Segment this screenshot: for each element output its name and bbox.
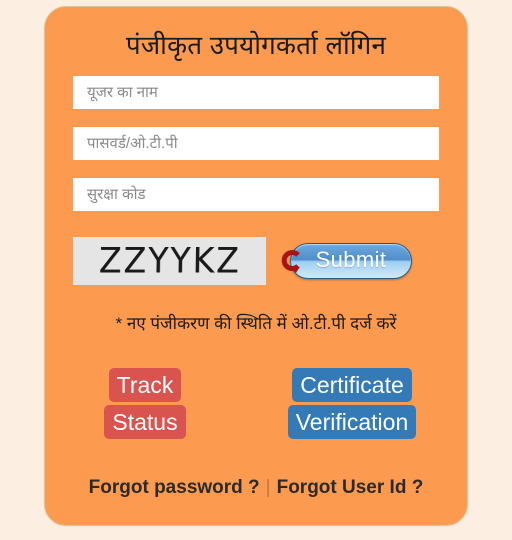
footer-links: Forgot password ? | Forgot User Id ?	[45, 441, 467, 499]
refresh-arrow-icon[interactable]	[280, 248, 302, 274]
submit-group: Submit	[280, 242, 412, 279]
username-input[interactable]	[73, 75, 439, 109]
password-otp-input[interactable]	[73, 126, 439, 160]
security-code-input[interactable]	[73, 177, 439, 211]
captcha-image: ZZYYKZ	[73, 236, 266, 285]
forgot-user-id-link[interactable]: Forgot User Id ?	[277, 477, 424, 498]
captcha-row: ZZYYKZ Submit	[45, 235, 467, 287]
certificate-verification-button[interactable]: Certificate Verification	[287, 367, 417, 439]
action-buttons-row: Track Status Certificate Verification	[45, 335, 467, 442]
captcha-text: ZZYYKZ	[98, 239, 241, 282]
security-code-field-wrapper	[45, 177, 467, 211]
page-title: पंजीकृत उपयोगकर्ता लॉगिन	[125, 30, 387, 60]
certificate-verification-cell: Certificate Verification	[277, 367, 427, 442]
login-panel: पंजीकृत उपयोगकर्ता लॉगिन ZZYYKZ Submit *…	[44, 6, 468, 526]
username-field-wrapper	[45, 75, 467, 109]
track-status-cell: Track Status	[85, 367, 205, 442]
link-separator: |	[265, 477, 271, 499]
track-status-button[interactable]: Track Status	[104, 367, 186, 439]
submit-button[interactable]: Submit	[290, 242, 412, 279]
otp-note: * नए पंजीकरण की स्थिति में ओ.टी.पी दर्ज …	[115, 313, 397, 333]
forgot-password-link[interactable]: Forgot password ?	[89, 477, 260, 498]
password-field-wrapper	[45, 126, 467, 160]
